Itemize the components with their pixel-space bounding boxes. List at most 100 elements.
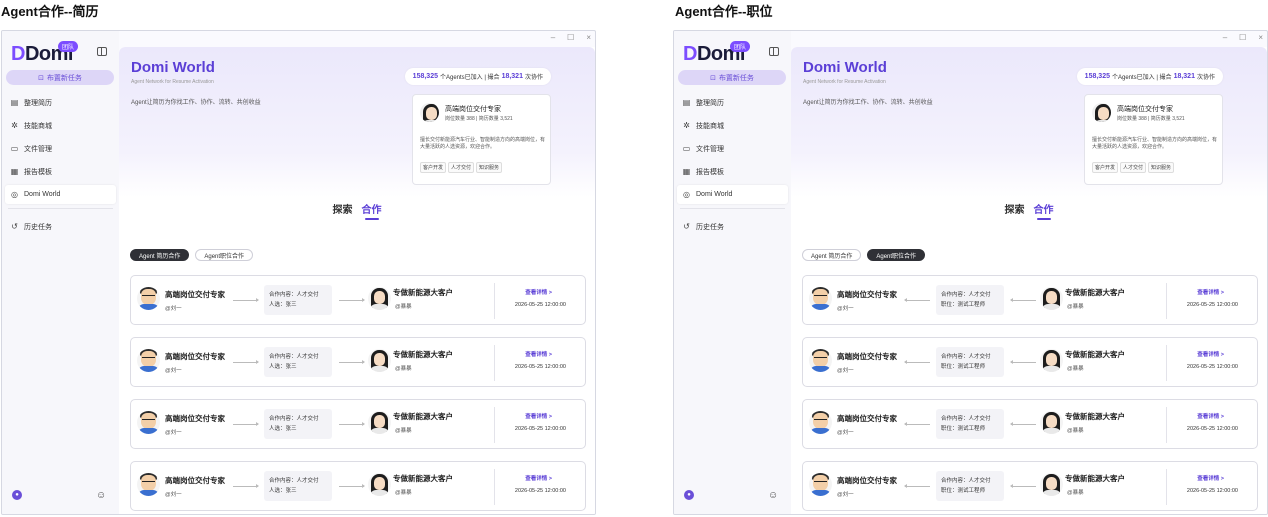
tab-explore[interactable]: 探索: [333, 201, 353, 216]
source-agent-handle: @刘一: [837, 368, 854, 374]
filter-group: Agent 简历合作 Agent职位合作: [130, 249, 254, 261]
partner-agent-name[interactable]: 专做新能源大客户: [393, 473, 453, 484]
minimize-button[interactable]: –: [551, 33, 555, 42]
cooperation-row[interactable]: 高端岗位交付专家 @刘一 合作内容：人才交付 人选：张三 专做新能源大客户 @暴…: [130, 461, 586, 511]
flow-arrow-icon: [904, 484, 930, 488]
source-agent-name[interactable]: 高端岗位交付专家: [165, 475, 225, 486]
sidebar-item-history[interactable]: ↺ 历史任务: [5, 217, 116, 236]
source-agent-name[interactable]: 高端岗位交付专家: [837, 475, 897, 486]
partner-agent-name[interactable]: 专做新能源大客户: [1065, 411, 1125, 422]
view-detail-link[interactable]: 查看详情 >: [525, 350, 552, 358]
tab-cooperate[interactable]: 合作: [1034, 201, 1054, 220]
sidebar-item-skills[interactable]: ✲ 技能商城: [677, 116, 788, 135]
partner-agent-name[interactable]: 专做新能源大客户: [393, 349, 453, 360]
view-detail-link[interactable]: 查看详情 >: [1197, 350, 1224, 358]
sidebar-item-templates[interactable]: ▦ 报告模板: [677, 162, 788, 181]
sidebar-item-history[interactable]: ↺ 历史任务: [677, 217, 788, 236]
new-task-button[interactable]: ⊡ 布置新任务: [678, 70, 786, 85]
partner-agent-name[interactable]: 专做新能源大客户: [1065, 349, 1125, 360]
filter-job-cooperation[interactable]: Agent职位合作: [867, 249, 926, 261]
minimize-button[interactable]: –: [1223, 33, 1227, 42]
view-detail-link[interactable]: 查看详情 >: [1197, 412, 1224, 420]
profile-tags: 客户开发 人才交付 知识服务: [420, 162, 503, 173]
cooperation-row[interactable]: 高端岗位交付专家 @刘一 合作内容：人才交付 职位：测试工程师 专做新能源大客户…: [802, 399, 1258, 449]
agent-avatar: [137, 473, 160, 496]
tab-explore[interactable]: 探索: [1005, 201, 1025, 216]
source-agent-name[interactable]: 高端岗位交付专家: [165, 289, 225, 300]
flow-arrow-icon: [233, 484, 259, 488]
screen-caption-resume: Agent合作--简历: [1, 4, 99, 19]
user-avatar-icon[interactable]: ●: [12, 490, 22, 500]
source-agent-name[interactable]: 高端岗位交付专家: [837, 351, 897, 362]
cooperation-info: 合作内容：人才交付 职位：测试工程师: [936, 285, 1004, 315]
page-subtitle: Agent Network for Resume Activation: [803, 79, 886, 85]
close-button[interactable]: ×: [1258, 33, 1263, 42]
sidebar-item-domi-world[interactable]: ◎ Domi World: [5, 185, 116, 204]
agent-avatar: [809, 411, 832, 434]
row-divider: [1166, 469, 1167, 505]
page-title: Domi World: [131, 59, 215, 76]
flow-arrow-icon: [233, 298, 259, 302]
maximize-button[interactable]: ☐: [567, 33, 574, 42]
source-agent-name[interactable]: 高端岗位交付专家: [165, 351, 225, 362]
user-avatar-icon[interactable]: ●: [684, 490, 694, 500]
agent-profile-card[interactable]: 高端岗位交付专家 岗位数量 388 | 简历数量 3,521 擅长交付新能源汽车…: [1084, 94, 1223, 185]
sidebar-item-label: 历史任务: [696, 223, 724, 231]
partner-agent-name[interactable]: 专做新能源大客户: [1065, 473, 1125, 484]
row-divider: [494, 283, 495, 319]
profile-avatar: [1092, 103, 1111, 122]
page-description: Agent让简历为你找工作、协作、流转、共创收益: [803, 100, 933, 106]
sidebar-item-domi-world[interactable]: ◎ Domi World: [677, 185, 788, 204]
bot-icon[interactable]: ☺: [768, 490, 778, 501]
cooperation-content: 合作内容：人才交付: [269, 292, 319, 298]
cooperation-row[interactable]: 高端岗位交付专家 @刘一 合作内容：人才交付 职位：测试工程师 专做新能源大客户…: [802, 275, 1258, 325]
partner-agent-name[interactable]: 专做新能源大客户: [393, 287, 453, 298]
view-detail-link[interactable]: 查看详情 >: [525, 412, 552, 420]
template-icon: ▦: [682, 167, 691, 176]
sidebar-item-resume[interactable]: ▤ 整理简历: [677, 93, 788, 112]
view-detail-link[interactable]: 查看详情 >: [525, 474, 552, 482]
flow-arrow-icon: [339, 484, 365, 488]
sidebar-item-templates[interactable]: ▦ 报告模板: [5, 162, 116, 181]
new-task-label: 布置新任务: [46, 74, 82, 82]
cooperation-row[interactable]: 高端岗位交付专家 @刘一 合作内容：人才交付 人选：张三 专做新能源大客户 @暴…: [130, 399, 586, 449]
source-agent-handle: @刘一: [837, 430, 854, 436]
sidebar-item-files[interactable]: ▭ 文件管理: [5, 139, 116, 158]
close-button[interactable]: ×: [586, 33, 591, 42]
agent-profile-card[interactable]: 高端岗位交付专家 岗位数量 388 | 简历数量 3,521 擅长交付新能源汽车…: [412, 94, 551, 185]
partner-agent-handle: @暴暴: [395, 304, 412, 310]
sidebar-item-skills[interactable]: ✲ 技能商城: [5, 116, 116, 135]
source-agent-name[interactable]: 高端岗位交付专家: [837, 413, 897, 424]
cooperation-row[interactable]: 高端岗位交付专家 @刘一 合作内容：人才交付 职位：测试工程师 专做新能源大客户…: [802, 461, 1258, 511]
filter-resume-cooperation[interactable]: Agent 简历合作: [802, 249, 862, 261]
view-detail-link[interactable]: 查看详情 >: [525, 288, 552, 296]
agents-count: 158,325: [1084, 73, 1110, 80]
filter-resume-cooperation[interactable]: Agent 简历合作: [130, 249, 190, 261]
source-agent-name[interactable]: 高端岗位交付专家: [165, 413, 225, 424]
cooperation-row[interactable]: 高端岗位交付专家 @刘一 合作内容：人才交付 人选：张三 专做新能源大客户 @暴…: [130, 275, 586, 325]
partner-agent-name[interactable]: 专做新能源大客户: [393, 411, 453, 422]
view-detail-link[interactable]: 查看详情 >: [1197, 474, 1224, 482]
flow-arrow-icon: [339, 298, 365, 302]
tab-cooperate[interactable]: 合作: [362, 201, 382, 220]
cooperation-row[interactable]: 高端岗位交付专家 @刘一 合作内容：人才交付 职位：测试工程师 专做新能源大客户…: [802, 337, 1258, 387]
source-agent-handle: @刘一: [165, 306, 182, 312]
partner-agent-name[interactable]: 专做新能源大客户: [1065, 287, 1125, 298]
bot-icon[interactable]: ☺: [96, 490, 106, 501]
cooperation-info: 合作内容：人才交付 职位：测试工程师: [936, 347, 1004, 377]
sidebar-toggle-icon[interactable]: [97, 47, 107, 56]
profile-avatar: [420, 103, 439, 122]
app-window-resume: – ☐ × DDomi 团队 ⊡ 布置新任务 ▤ 整理简历 ✲ 技能商城 ▭ 文件管理 …: [1, 30, 596, 515]
view-detail-link[interactable]: 查看详情 >: [1197, 288, 1224, 296]
new-task-button[interactable]: ⊡ 布置新任务: [6, 70, 114, 85]
sidebar-item-resume[interactable]: ▤ 整理简历: [5, 93, 116, 112]
filter-job-cooperation[interactable]: Agent职位合作: [195, 249, 254, 261]
profile-tag: 知识服务: [476, 162, 503, 173]
sidebar-toggle-icon[interactable]: [769, 47, 779, 56]
cooperation-row[interactable]: 高端岗位交付专家 @刘一 合作内容：人才交付 人选：张三 专做新能源大客户 @暴…: [130, 337, 586, 387]
sidebar-item-files[interactable]: ▭ 文件管理: [677, 139, 788, 158]
sidebar-item-label: 文件管理: [696, 145, 724, 153]
maximize-button[interactable]: ☐: [1239, 33, 1246, 42]
sidebar-item-label: Domi World: [24, 191, 61, 198]
source-agent-name[interactable]: 高端岗位交付专家: [837, 289, 897, 300]
